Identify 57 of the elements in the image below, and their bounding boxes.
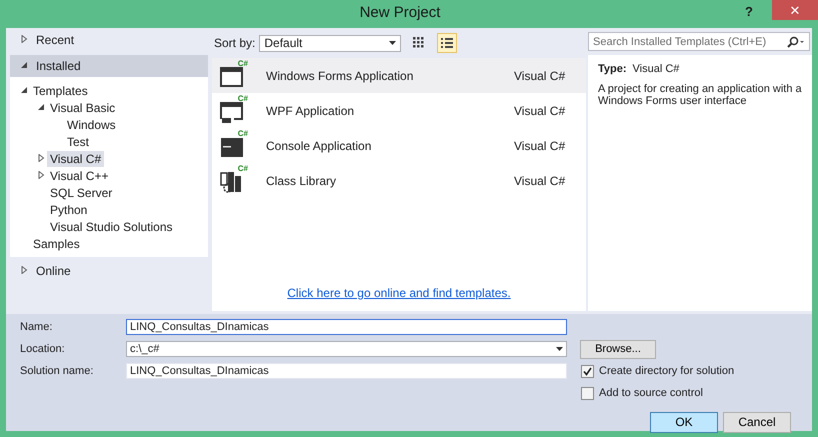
field-label: Solution name: xyxy=(20,365,94,377)
text-field[interactable]: LINQ_Consultas_DInamicas xyxy=(126,319,567,335)
tree-item[interactable]: Visual Basic xyxy=(47,100,118,116)
search-icon xyxy=(787,36,805,48)
template-item[interactable]: C# WPF Application Visual C# xyxy=(212,93,586,128)
collapsed-arrow-icon xyxy=(20,35,28,43)
language-label: C# xyxy=(238,94,248,102)
language-label: C# xyxy=(238,58,248,68)
tree-item[interactable]: Windows xyxy=(64,116,119,132)
type-value: Visual C# xyxy=(632,63,680,75)
nav-section[interactable]: Recent xyxy=(10,30,208,50)
type-label: Type: xyxy=(598,63,627,75)
nav-section[interactable]: Online xyxy=(10,261,208,281)
location-combo[interactable]: c:\_c# xyxy=(126,341,567,357)
description-text: A project for creating an application with a Windows Forms user interface xyxy=(598,83,802,107)
language-label: C# xyxy=(238,164,248,172)
language-label: C# xyxy=(238,128,248,138)
list-view-button[interactable] xyxy=(437,33,458,53)
cancel-button[interactable]: Cancel xyxy=(723,412,791,432)
window-title: New Project xyxy=(358,3,442,23)
template-item[interactable]: C# Class Library Visual C# xyxy=(212,163,586,198)
template-item[interactable]: C# Console Application Visual C# xyxy=(212,128,586,163)
checkbox-label: Create directory for solution xyxy=(599,365,734,377)
sort-label: Sort by: xyxy=(214,36,256,50)
checkbox-label: Add to source control xyxy=(599,387,703,399)
collapsed-arrow-icon[interactable] xyxy=(37,170,45,178)
tree-item[interactable]: SQL Server xyxy=(47,184,116,200)
tree-item[interactable]: Python xyxy=(47,202,90,218)
checkbox[interactable] xyxy=(581,364,594,378)
text-field[interactable]: LINQ_Consultas_DInamicas xyxy=(126,363,567,379)
nav-section[interactable]: Installed xyxy=(10,55,208,77)
collapsed-arrow-icon[interactable] xyxy=(37,154,45,162)
tree-item[interactable]: Samples xyxy=(30,236,83,252)
tree-item[interactable]: Visual Studio Solutions xyxy=(47,218,176,234)
field-label: Location: xyxy=(20,343,66,355)
field-label: Name: xyxy=(20,321,54,333)
expanded-arrow-icon[interactable] xyxy=(37,102,45,110)
expanded-arrow-icon[interactable] xyxy=(20,86,28,94)
tree-item[interactable]: Visual C# xyxy=(47,150,104,166)
tree-item[interactable]: Templates xyxy=(30,82,91,98)
tree-item[interactable]: Test xyxy=(64,134,92,150)
ok-button[interactable]: OK xyxy=(650,412,718,432)
close-button[interactable]: ✕ xyxy=(772,0,818,20)
help-button[interactable]: ? xyxy=(734,0,764,24)
dropdown-arrow-icon xyxy=(389,41,396,45)
browse-button[interactable]: Browse... xyxy=(580,340,656,358)
collapsed-arrow-icon xyxy=(20,266,28,274)
list-icon xyxy=(440,36,454,50)
checkbox[interactable] xyxy=(581,386,594,400)
sort-dropdown[interactable]: Default xyxy=(259,34,402,52)
online-templates-link[interactable]: Click here to go online and find templates. xyxy=(287,286,511,300)
dropdown-arrow-icon xyxy=(556,347,563,351)
template-item[interactable]: C# Windows Forms Application Visual C# xyxy=(212,58,586,93)
expanded-arrow-icon xyxy=(20,61,28,69)
search-field[interactable]: Search Installed Templates (Ctrl+E) xyxy=(588,32,810,51)
tree-item[interactable]: Visual C++ xyxy=(47,168,112,184)
grid-icon xyxy=(412,36,426,50)
